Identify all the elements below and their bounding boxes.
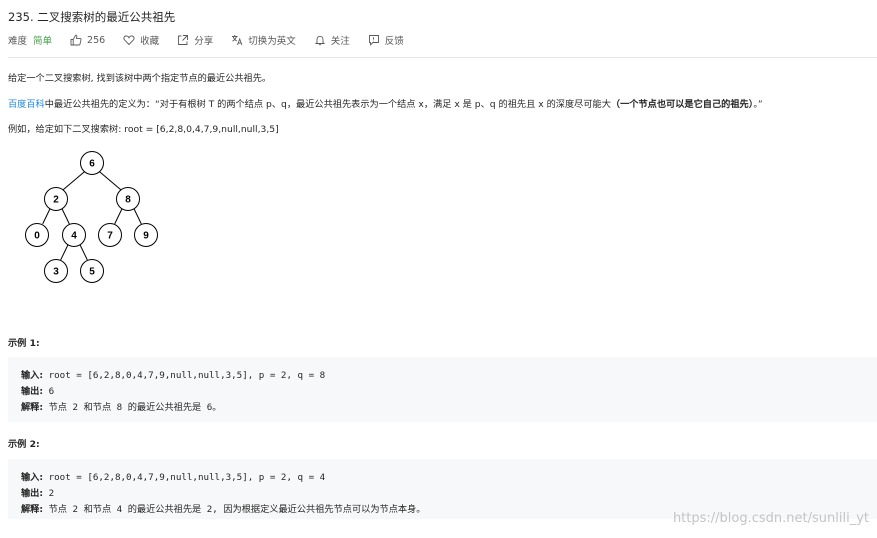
example-2-output-line: 输出: 2: [21, 485, 54, 499]
example-1-explain: 节点 2 和节点 8 的最近公共祖先是 6。: [43, 402, 222, 413]
favorite-button[interactable]: 收藏: [123, 33, 159, 47]
difficulty-label: 难度: [8, 36, 28, 47]
example-1-output-line: 输出: 6: [21, 383, 54, 397]
like-button[interactable]: 256: [70, 34, 105, 46]
explain-label: 解释:: [21, 504, 44, 515]
difficulty-badge: 简单: [33, 36, 53, 47]
definition-text: 中最近公共祖先的定义为：“对于有根树 T 的两个结点 p、q，最近公共祖先表示为…: [44, 99, 611, 110]
output-label: 输出:: [21, 488, 44, 499]
heart-icon: [123, 35, 135, 46]
edge-6-8: [98, 170, 123, 192]
node-label-4: 4: [71, 231, 77, 242]
description-intro: 给定一个二叉搜索树, 找到该树中两个指定节点的最近公共祖先。: [8, 73, 272, 84]
example-2-code-block: 输入: root = [6,2,8,0,4,7,9,null,null,3,5]…: [8, 459, 877, 519]
input-label: 输入:: [21, 472, 44, 483]
example-1-input: root = [6,2,8,0,4,7,9,null,null,3,5], p …: [43, 370, 326, 381]
description-definition: 百度百科中最近公共祖先的定义为：“对于有根树 T 的两个结点 p、q，最近公共祖…: [8, 96, 763, 110]
example-1-input-line: 输入: root = [6,2,8,0,4,7,9,null,null,3,5]…: [21, 367, 325, 381]
share-icon: [178, 35, 189, 45]
example-2-heading: 示例 2:: [8, 439, 40, 450]
node-label-2: 2: [53, 195, 59, 206]
switch-language-button[interactable]: 切换为英文: [231, 33, 296, 47]
feedback-icon: [368, 35, 379, 46]
problem-title: 235. 二叉搜索树的最近公共祖先: [8, 10, 176, 24]
edge-4-3: [60, 243, 69, 261]
output-label: 输出:: [21, 386, 44, 397]
input-label: 输入:: [21, 370, 44, 381]
baike-link[interactable]: 百度百科: [8, 99, 45, 110]
node-label-3: 3: [53, 267, 59, 278]
description-example-root: 例如，给定如下二叉搜索树: root = [6,2,8,0,4,7,9,null…: [8, 124, 279, 135]
edge-8-7: [114, 207, 123, 225]
example-2-explain: 节点 2 和节点 4 的最近公共祖先是 2, 因为根据定义最近公共祖先节点可以为…: [43, 504, 426, 515]
example-1-explain-line: 解释: 节点 2 和节点 8 的最近公共祖先是 6。: [21, 399, 221, 413]
like-count: 256: [87, 34, 106, 46]
edge-2-0: [42, 207, 51, 225]
edge-4-5: [79, 243, 88, 261]
follow-button[interactable]: 关注: [314, 33, 350, 47]
definition-bold-note: （一个节点也可以是它自己的祖先）: [610, 99, 754, 110]
node-label-9: 9: [143, 231, 149, 242]
example-2-input-line: 输入: root = [6,2,8,0,4,7,9,null,null,3,5]…: [21, 469, 325, 483]
example-2-explain-line: 解释: 节点 2 和节点 4 的最近公共祖先是 2, 因为根据定义最近公共祖先节…: [21, 501, 425, 515]
example-2-output: 2: [43, 488, 55, 499]
node-label-7: 7: [107, 231, 113, 242]
switch-language-label: 切换为英文: [248, 36, 296, 47]
share-button[interactable]: 分享: [177, 33, 213, 47]
feedback-label: 反馈: [384, 36, 404, 47]
watermark: https://blog.csdn.net/sunlili_yt: [672, 511, 869, 526]
problem-meta-bar: 难度 简单 256 收藏 分享 切换为英文 关注 反馈: [8, 33, 422, 48]
translate-icon: [232, 35, 243, 46]
example-1-heading: 示例 1:: [8, 338, 40, 349]
definition-end: 。”: [753, 99, 763, 110]
example-1-code-block: 输入: root = [6,2,8,0,4,7,9,null,null,3,5]…: [8, 357, 877, 422]
example-1-output: 6: [43, 386, 55, 397]
follow-label: 关注: [330, 36, 350, 47]
node-label-8: 8: [125, 195, 131, 206]
header-divider: [8, 57, 877, 58]
node-label-5: 5: [89, 267, 95, 278]
bst-diagram: 6 2 8 0 4 7 9 3 5: [25, 151, 158, 283]
node-label-0: 0: [34, 231, 40, 242]
tree-edges: [42, 170, 142, 261]
share-label: 分享: [194, 36, 214, 47]
edge-8-9: [133, 207, 142, 225]
favorite-label: 收藏: [140, 36, 160, 47]
bell-icon: [314, 35, 325, 46]
explain-label: 解释:: [21, 402, 44, 413]
feedback-button[interactable]: 反馈: [368, 33, 404, 47]
edge-2-4: [61, 207, 70, 225]
edge-6-2: [61, 170, 86, 192]
example-2-input: root = [6,2,8,0,4,7,9,null,null,3,5], p …: [43, 472, 326, 483]
thumbs-up-icon: [70, 34, 82, 46]
node-label-6: 6: [89, 159, 95, 170]
